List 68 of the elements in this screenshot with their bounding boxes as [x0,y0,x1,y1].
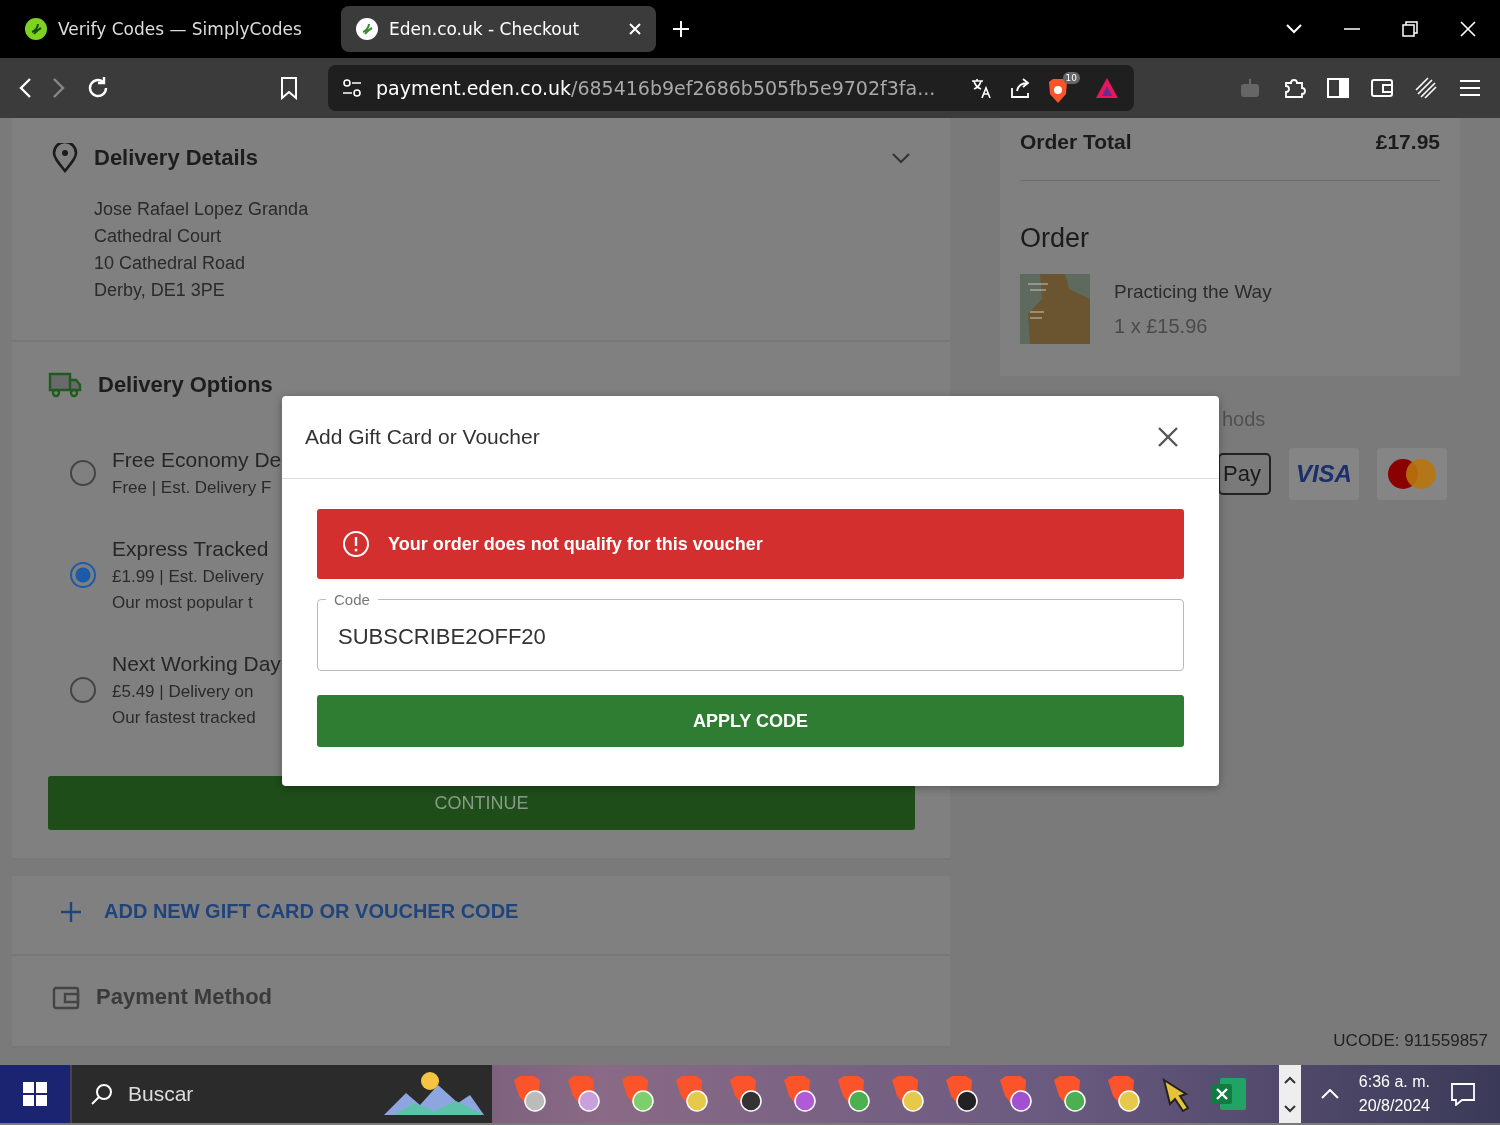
location-pin-icon [52,143,78,173]
address-line: Cathedral Court [94,226,223,247]
section-title: Delivery Options [98,372,273,398]
error-message: Your order does not qualify for this voucher [388,533,763,555]
new-tab-icon[interactable] [672,20,690,38]
extensions-icon[interactable] [1282,76,1306,100]
plus-icon [60,900,82,923]
address-line: Derby, DE1 3PE [94,280,226,301]
section-title: Payment Method [96,984,273,1010]
option-detail: £5.49 | Delivery on [112,682,255,702]
close-icon[interactable] [1157,426,1179,448]
book-cover [1020,274,1090,344]
visa-logo: VISA [1288,448,1359,500]
site-icon [24,17,48,41]
option-title: Free Economy De [112,448,282,472]
site-icon [355,17,379,41]
alert-icon [342,530,370,558]
address-bar[interactable]: payment.eden.co.uk/685416b9ef2686b505fb5e9702f3fa... 10 [328,65,1134,111]
ucode-label: UCODE: 911559857 [1333,1031,1488,1051]
card-logo-icon [1386,458,1437,490]
address-line: 10 Cathedral Road [94,253,247,274]
search-placeholder: Buscar [128,1082,194,1106]
stripes-icon[interactable] [1414,76,1438,100]
rewards-icon[interactable] [1094,76,1120,100]
share-icon[interactable] [1008,76,1032,100]
radio-button[interactable] [70,677,96,703]
option-detail: £1.99 | Est. Delivery [112,567,265,587]
notifications-icon[interactable] [1450,1082,1476,1106]
clock[interactable]: 6:36 a. m. 20/8/2024 [1358,1073,1430,1115]
windows-icon[interactable] [23,1082,47,1106]
wallet-icon[interactable] [1370,77,1394,99]
truck-icon [48,372,82,398]
sidebar-icon[interactable] [1326,77,1350,99]
scroll-down-icon[interactable] [1283,1104,1296,1113]
section-title: Delivery Details [94,145,258,171]
apply-code-button[interactable]: APPLY CODE [317,695,1184,747]
order-heading: Order [1020,223,1091,254]
item-title: Practicing the Way [1114,280,1272,303]
browser-tab[interactable]: Eden.co.uk - Checkout [341,6,656,52]
scroll-up-icon[interactable] [1283,1075,1296,1084]
radio-button[interactable] [70,562,96,588]
wallet-icon [52,984,80,1010]
code-field[interactable]: Code SUBSCRIBE2OFF20 [317,591,1184,671]
total-label: Order Total [1020,130,1132,154]
dialog-title: Add Gift Card or Voucher [305,425,540,449]
option-note: Our most popular t [112,593,254,613]
restore-icon[interactable] [1402,21,1418,37]
reload-icon[interactable] [86,76,110,100]
translate-icon[interactable] [970,76,994,100]
browser-tab[interactable]: Verify Codes — SimplyCodes [10,6,325,52]
back-icon[interactable] [18,77,32,99]
address-line: Jose Rafael Lopez Granda [94,199,310,220]
clock-date: 20/8/2024 [1358,1097,1430,1115]
option-detail: Free | Est. Delivery F [112,478,273,498]
total-amount: £17.95 [1375,130,1440,154]
option-title: Next Working Day [112,652,281,676]
chevron-up-icon[interactable] [1320,1089,1339,1099]
field-label: Code [333,591,371,608]
radio-button[interactable] [70,460,96,486]
bookmark-icon[interactable] [280,76,298,100]
clock-time: 6:36 a. m. [1358,1073,1430,1091]
menu-icon[interactable] [1458,78,1482,98]
site-settings-icon[interactable] [342,78,362,98]
option-title: Express Tracked [112,537,269,561]
search-field[interactable]: Buscar [72,1065,492,1123]
search-icon [90,1082,114,1106]
option-note: Our fastest tracked [112,708,257,728]
forward-icon[interactable] [52,77,66,99]
